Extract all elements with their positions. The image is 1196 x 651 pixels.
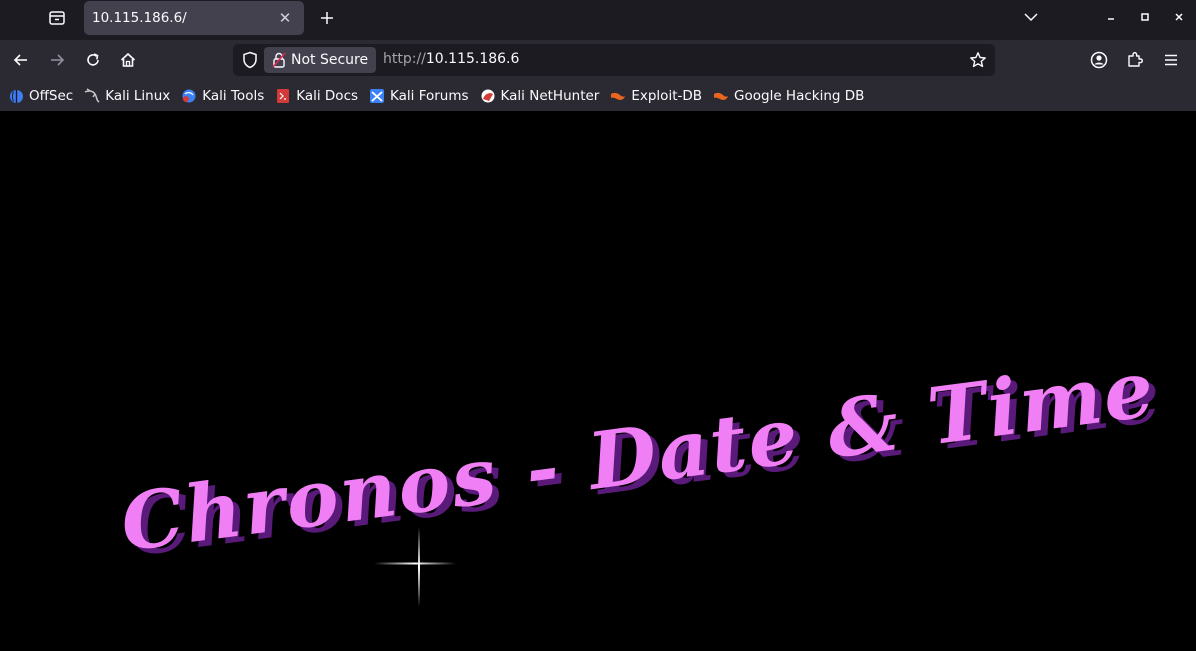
new-tab-button[interactable] <box>314 5 340 31</box>
offsec-icon <box>8 88 24 104</box>
close-window-button[interactable] <box>1162 0 1196 34</box>
bookmark-kali-tools[interactable]: Kali Tools <box>181 88 264 104</box>
shield-icon[interactable] <box>241 51 259 69</box>
not-secure-chip[interactable]: Not Secure <box>264 47 376 73</box>
account-button[interactable] <box>1084 45 1114 75</box>
bookmark-kali-linux[interactable]: Kali Linux <box>84 88 170 104</box>
forward-button[interactable] <box>42 45 72 75</box>
chronos-logo: Chronos - Date & Time Chronos - Date & T… <box>116 343 1167 607</box>
plus-icon <box>321 12 333 24</box>
arrow-left-icon <box>13 54 27 66</box>
tab-close-icon[interactable]: ✕ <box>276 9 294 27</box>
bookmark-label: Kali Tools <box>202 88 265 104</box>
reload-button[interactable] <box>78 45 108 75</box>
maximize-button[interactable] <box>1128 0 1162 34</box>
bookmark-label: Exploit-DB <box>631 88 703 104</box>
reload-icon <box>87 53 99 66</box>
kali-tools-icon <box>181 88 197 104</box>
bookmark-kali-forums[interactable]: Kali Forums <box>369 88 469 104</box>
maximize-icon <box>1141 13 1149 21</box>
kali-docs-icon <box>275 88 291 104</box>
active-tab[interactable]: 10.115.186.6/ ✕ <box>84 1 304 35</box>
back-button[interactable] <box>6 45 36 75</box>
puzzle-icon <box>1128 52 1143 67</box>
tab-strip: 10.115.186.6/ ✕ <box>0 0 1196 40</box>
bookmark-star-icon[interactable] <box>969 51 987 69</box>
app-menu-button[interactable] <box>1156 45 1186 75</box>
home-button[interactable] <box>113 45 143 75</box>
bookmarks-toolbar: OffSec Kali Linux Kali Tools Kali Docs K… <box>0 81 1196 111</box>
kali-dragon-icon <box>84 88 100 104</box>
kali-forums-icon <box>369 88 385 104</box>
bookmark-kali-nethunter[interactable]: Kali NetHunter <box>480 88 600 104</box>
close-icon <box>1175 13 1183 21</box>
bookmark-label: Kali Linux <box>105 88 171 104</box>
bookmark-label: OffSec <box>29 88 74 104</box>
url-text[interactable]: http://10.115.186.6 <box>383 51 519 67</box>
bookmark-exploit-db[interactable]: Exploit-DB <box>610 88 702 104</box>
exploit-db-icon <box>610 88 626 104</box>
navigation-toolbar: Not Secure http://10.115.186.6 <box>0 40 1196 81</box>
list-all-tabs-button[interactable] <box>1014 0 1048 34</box>
bookmark-label: Google Hacking DB <box>734 88 865 104</box>
url-bar[interactable]: Not Secure http://10.115.186.6 <box>233 44 995 76</box>
url-scheme: http:// <box>383 51 426 67</box>
security-label: Not Secure <box>291 52 369 68</box>
bookmark-label: Kali Forums <box>390 88 469 104</box>
tab-list-button[interactable] <box>44 7 70 29</box>
url-host: 10.115.186.6 <box>425 51 520 67</box>
tab-title: 10.115.186.6/ <box>92 10 187 26</box>
home-icon <box>120 52 136 67</box>
insecure-lock-icon <box>272 52 286 68</box>
bookmark-google-hacking-db[interactable]: Google Hacking DB <box>713 88 864 104</box>
ghdb-icon <box>713 88 729 104</box>
bookmark-kali-docs[interactable]: Kali Docs <box>275 88 358 104</box>
chevron-down-icon <box>1024 13 1038 22</box>
arrow-right-icon <box>51 54 65 66</box>
page-content: Chronos - Date & Time Chronos - Date & T… <box>0 111 1196 651</box>
nethunter-icon <box>480 88 496 104</box>
bookmark-label: Kali NetHunter <box>500 88 600 104</box>
bookmark-label: Kali Docs <box>296 88 359 104</box>
tab-list-icon <box>49 11 65 25</box>
minimize-button[interactable] <box>1094 0 1128 34</box>
hamburger-menu-icon <box>1165 54 1177 66</box>
bookmark-offsec[interactable]: OffSec <box>8 88 73 104</box>
account-icon <box>1090 51 1108 69</box>
extensions-button[interactable] <box>1120 45 1150 75</box>
minimize-icon <box>1108 18 1114 20</box>
